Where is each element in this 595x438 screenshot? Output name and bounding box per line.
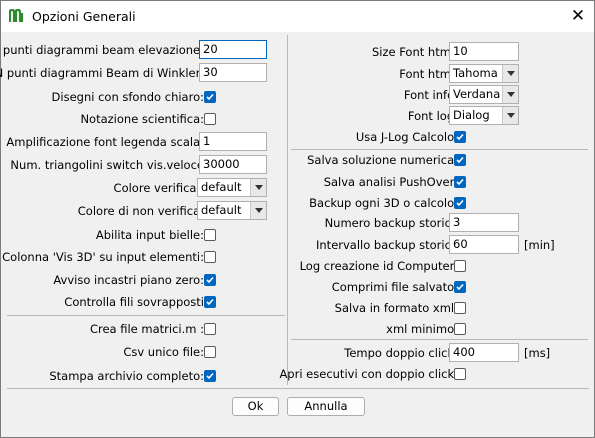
comprimi-checkbox[interactable]	[454, 281, 466, 293]
soluzione-checkbox[interactable]	[454, 154, 466, 166]
colore-verifica-select[interactable]: default	[197, 178, 267, 197]
jlog-label: Usa J-Log Calcolo:	[355, 130, 458, 144]
incastri-label: Avviso incastri piano zero:	[53, 273, 204, 287]
app-logo-icon	[9, 9, 24, 22]
beam-elevazione-input[interactable]: 20	[199, 40, 267, 59]
matrici-checkbox[interactable]	[204, 323, 216, 335]
backup-checkbox[interactable]	[454, 197, 466, 209]
font-info-select[interactable]: Verdana	[449, 85, 519, 104]
check-icon	[206, 93, 214, 101]
font-info-value: Verdana	[453, 87, 501, 101]
window-title: Opzioni Generali	[32, 9, 136, 24]
check-icon	[456, 133, 464, 141]
font-log-value: Dialog	[453, 108, 490, 122]
xml-minimo-label: xml minimo:	[386, 322, 458, 336]
matrici-label: Crea file matrici.m :	[89, 322, 204, 336]
beam-winkler-input[interactable]: 30	[199, 63, 267, 82]
csv-checkbox[interactable]	[204, 346, 216, 358]
numero-backup-label: Numero backup storici:	[324, 216, 458, 230]
pushover-label: Salva analisi PushOver:	[323, 175, 458, 189]
bielle-label: Abilita input bielle:	[95, 228, 204, 242]
apri-eseguibili-checkbox[interactable]	[454, 368, 466, 380]
triangolini-label: Num. triangolini switch vis.veloce	[10, 158, 204, 172]
check-icon	[206, 276, 214, 284]
chevron-down-icon[interactable]	[502, 65, 518, 82]
tempo-click-unit: [ms]	[524, 346, 551, 360]
stampa-label: Stampa archivio completo:	[49, 369, 204, 383]
intervallo-input[interactable]: 60	[449, 235, 519, 254]
incastri-checkbox[interactable]	[204, 274, 216, 286]
left-divider	[7, 315, 285, 316]
size-font-input[interactable]: 10	[449, 42, 519, 61]
csv-label: Csv unico file:	[123, 345, 204, 359]
backup-label: Backup ogni 3D o calcolo:	[309, 196, 458, 210]
amplificazione-label: Amplificazione font legenda scala:	[6, 135, 204, 149]
title-bar: Opzioni Generali ✕	[1, 1, 594, 32]
colore-verifica-label: Colore verifica :	[113, 181, 204, 195]
notazione-label: Notazione scientifica:	[80, 112, 204, 126]
chevron-down-icon[interactable]	[250, 179, 266, 196]
fili-checkbox[interactable]	[204, 296, 216, 308]
numero-backup-input[interactable]: 3	[449, 213, 519, 232]
chevron-down-icon[interactable]	[250, 202, 266, 219]
xml-checkbox[interactable]	[454, 302, 466, 314]
chevron-down-icon[interactable]	[502, 107, 518, 124]
tempo-click-label: Tempo doppio click:	[344, 346, 458, 360]
disegni-checkbox[interactable]	[204, 91, 216, 103]
check-icon	[206, 372, 214, 380]
colore-non-verifica-select[interactable]: default	[197, 201, 267, 220]
options-dialog: Opzioni Generali ✕ N punti diagrammi bea…	[0, 0, 595, 438]
fili-label: Controlla fili sovrapposti	[64, 295, 204, 309]
check-icon	[456, 156, 464, 164]
colore-verifica-value: default	[201, 180, 242, 194]
pushover-checkbox[interactable]	[454, 176, 466, 188]
beam-elevazione-label: N punti diagrammi beam elevazione:	[0, 43, 204, 57]
vis3d-label: Colonna 'Vis 3D' su input elementi:	[2, 250, 204, 264]
bottom-divider	[7, 388, 589, 389]
notazione-checkbox[interactable]	[204, 113, 216, 125]
xml-minimo-checkbox[interactable]	[454, 323, 466, 335]
jlog-checkbox[interactable]	[454, 131, 466, 143]
apri-eseguibili-label: Apri esecutivi con doppio click:	[279, 367, 458, 381]
close-icon[interactable]: ✕	[565, 4, 591, 28]
vis3d-checkbox[interactable]	[204, 251, 216, 263]
bielle-checkbox[interactable]	[204, 229, 216, 241]
colore-non-verifica-label: Colore di non verifica:	[77, 204, 204, 218]
comprimi-label: Comprimi file salvato:	[331, 280, 458, 294]
tempo-click-input[interactable]: 400	[449, 343, 519, 362]
annulla-button[interactable]: Annulla	[287, 397, 365, 416]
check-icon	[206, 298, 214, 306]
check-icon	[456, 199, 464, 207]
triangolini-input[interactable]: 30000	[199, 155, 267, 174]
font-html-value: Tahoma	[453, 66, 498, 80]
chevron-down-icon[interactable]	[502, 86, 518, 103]
disegni-label: Disegni con sfondo chiaro:	[51, 90, 204, 104]
check-icon	[456, 178, 464, 186]
font-html-select[interactable]: Tahoma	[449, 64, 519, 83]
right-divider-1	[291, 149, 588, 150]
font-log-select[interactable]: Dialog	[449, 106, 519, 125]
beam-winkler-label: N punti diagrammi Beam di Winkler:	[0, 66, 204, 80]
size-font-label: Size Font html:	[371, 45, 458, 59]
amplificazione-input[interactable]: 1	[199, 132, 267, 151]
intervallo-label: Intervallo backup storici:	[316, 238, 458, 252]
log-id-label: Log creazione id Computer:	[299, 259, 458, 273]
ok-button[interactable]: Ok	[232, 397, 279, 416]
soluzione-label: Salva soluzione numerica:	[307, 153, 458, 167]
log-id-checkbox[interactable]	[454, 260, 466, 272]
stampa-checkbox[interactable]	[204, 370, 216, 382]
xml-label: Salva in formato xml:	[334, 301, 458, 315]
intervallo-unit: [min]	[524, 238, 555, 252]
right-panel: Size Font html: 10 Font html: Tahoma Fon…	[279, 32, 589, 386]
check-icon	[456, 283, 464, 291]
colore-non-verifica-value: default	[201, 203, 242, 217]
left-panel: N punti diagrammi beam elevazione: 20 N …	[0, 32, 286, 386]
right-divider-2	[291, 339, 588, 340]
vertical-divider	[287, 35, 288, 385]
